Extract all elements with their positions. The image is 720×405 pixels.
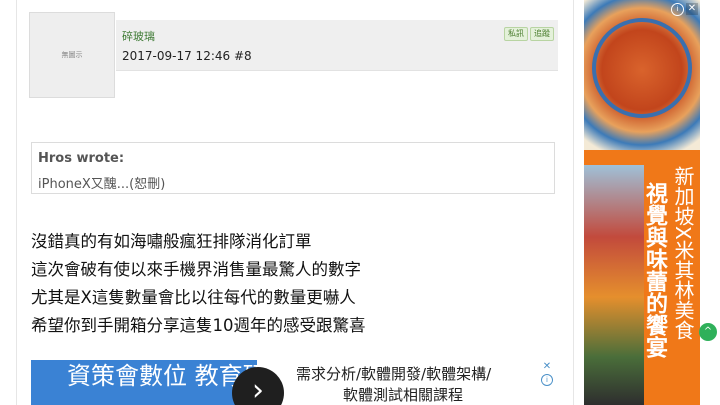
username-link[interactable]: 碎玻璃 [122,28,155,44]
quote-author: Hros wrote: [38,151,125,166]
post-timestamp: 2017-09-17 12:46 #8 [122,49,252,63]
ad-description-line1: 需求分析/軟體開發/軟體架構/ [296,365,492,383]
post-header: 碎玻璃 2017-09-17 12:46 #8 私訊 追蹤 [116,20,558,71]
chevron-up-icon[interactable]: ^ [699,323,717,341]
quote-text: iPhoneX又醜...(恕刪) [38,177,166,192]
post-body-line: 這次會破有使以來手機界消售量最驚人的數字 [31,260,361,279]
ad-description-line2: 軟體測試相關課程 [343,386,464,404]
post-body-line: 尤其是X這隻數量會比以往每代的數量更嚇人 [31,288,356,307]
side-ad-subheadline: 新加坡X米其林美食 [671,166,695,340]
side-ad[interactable]: 視覺與味蕾的饗宴 新加坡X米其林美食 i ✕ [584,0,700,405]
side-ad-headline: 視覺與味蕾的饗宴 [642,182,667,358]
post-body: 沒錯真的有如海嘯般瘋狂排隊消化訂單 這次會破有使以來手機界消售量最驚人的數字 尤… [31,228,366,340]
ad-info-icon[interactable]: i [541,374,553,386]
ad-close-icon[interactable]: ✕ [541,361,553,373]
post-body-line: 沒錯真的有如海嘯般瘋狂排隊消化訂單 [31,232,312,251]
ad-brand-block[interactable]: 資策會數位 教育研究所 [31,360,257,405]
side-ad-info-icon[interactable]: i [671,3,684,16]
quote-block: Hros wrote: iPhoneX又醜...(恕刪) [31,142,555,194]
avatar[interactable]: 無圖示 [29,12,115,98]
post-body-line: 希望你到手開箱分享這隻10週年的感受跟驚喜 [31,316,366,335]
chevron-right-icon[interactable]: › [232,367,284,405]
ad-brand-text: 資策會數位 教育研究所 [67,362,257,390]
side-ad-close-icon[interactable]: ✕ [686,3,698,15]
side-ad-city-image [584,165,644,405]
follow-button[interactable]: 追蹤 [530,27,554,41]
bottom-ad-banner[interactable]: 資策會數位 教育研究所 › 需求分析/軟體開發/軟體架構/ 軟體測試相關課程 ✕… [31,360,555,405]
side-ad-dish [592,18,692,118]
private-message-button[interactable]: 私訊 [504,27,528,41]
avatar-placeholder-text: 無圖示 [61,51,83,59]
